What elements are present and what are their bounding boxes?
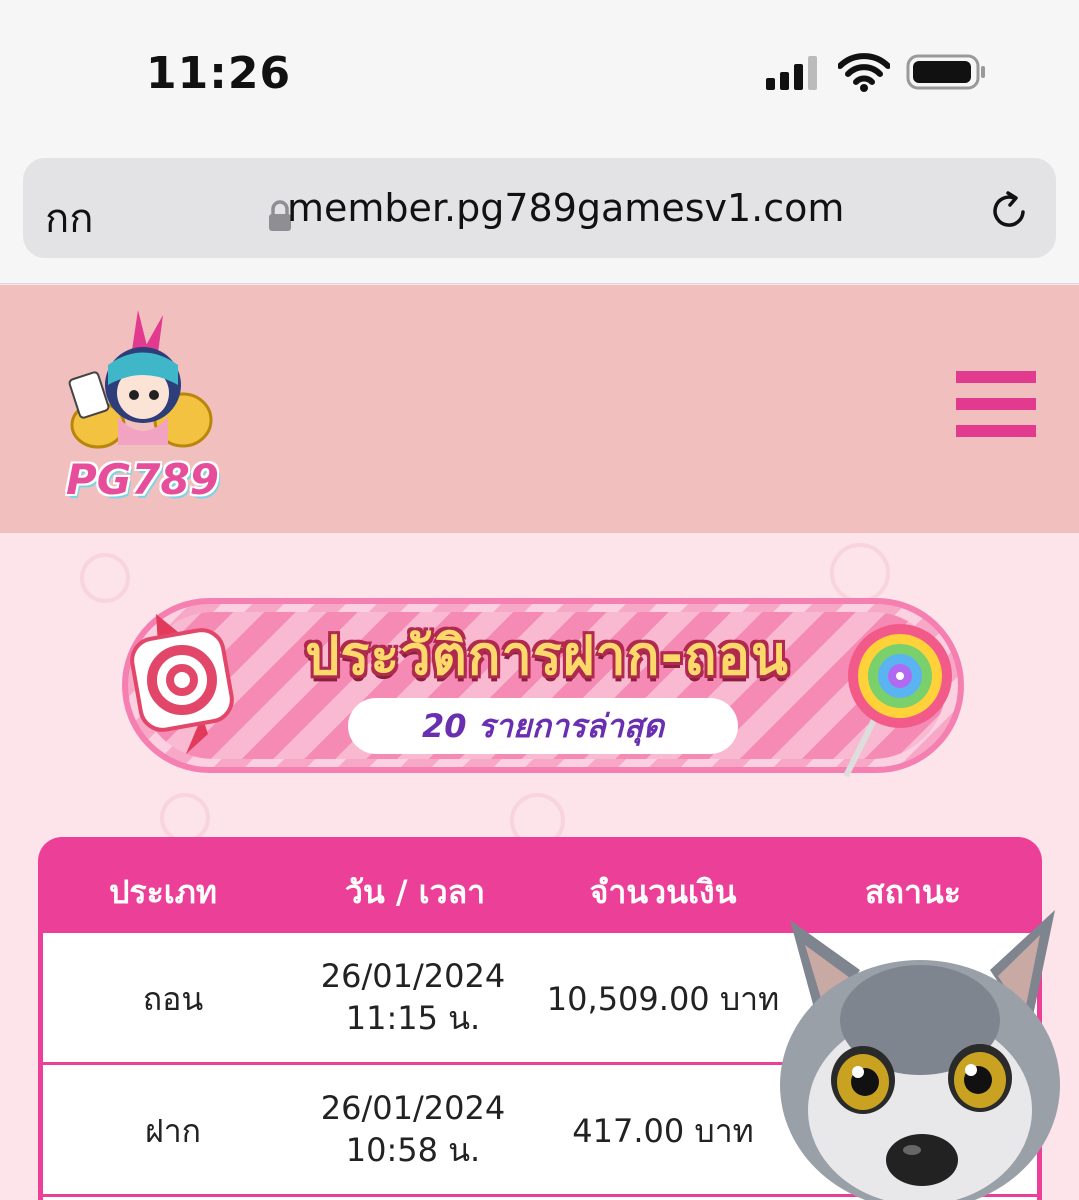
cell-type: ฝาก xyxy=(144,1112,202,1150)
site-header: PG789 xyxy=(0,285,1079,533)
banner-subtitle: 20 รายการล่าสุด xyxy=(348,698,738,754)
background-cherry-decoration xyxy=(80,553,130,603)
cell-date: 26/01/2024 xyxy=(320,957,506,995)
column-header-type: ประเภท xyxy=(109,873,217,911)
cell-time: 11:15 น. xyxy=(345,999,481,1037)
cell-amount: 10,509.00 บาท xyxy=(546,980,780,1018)
cell-time: 10:58 น. xyxy=(345,1131,481,1169)
wifi-icon xyxy=(838,53,890,92)
candy-icon xyxy=(130,614,234,754)
site-logo[interactable]: PG789 xyxy=(58,305,219,504)
cell-date: 26/01/2024 xyxy=(320,1089,506,1127)
column-header-amount: จำนวนเงิน xyxy=(589,873,737,911)
background-circle-decoration xyxy=(830,543,890,603)
logo-text: PG789 xyxy=(66,455,219,504)
background-ball-decoration xyxy=(160,793,210,843)
clock-time: 11:26 xyxy=(146,48,292,99)
address-bar[interactable]: กก member.pg789gamesv1.com xyxy=(23,158,1056,258)
lollipop-icon xyxy=(843,624,952,778)
url-text[interactable]: member.pg789gamesv1.com xyxy=(287,186,844,230)
status-bar: 11:26 xyxy=(0,0,1079,150)
cellular-signal-icon xyxy=(766,56,822,90)
history-banner: ประวัติการฝาก-ถอน 20 รายการล่าสุด xyxy=(122,598,964,778)
cell-amount: 417.00 บาท xyxy=(572,1112,754,1150)
banner-title: ประวัติการฝาก-ถอน xyxy=(305,624,789,687)
text-size-button[interactable]: กก xyxy=(45,186,93,250)
column-header-datetime: วัน / เวลา xyxy=(344,873,486,911)
browser-toolbar: กก member.pg789gamesv1.com xyxy=(0,150,1079,284)
mascot-logo-icon xyxy=(68,310,213,449)
cell-type: ถอน xyxy=(142,980,204,1018)
wolf-avatar-icon xyxy=(780,910,1060,1200)
hamburger-menu-icon[interactable] xyxy=(956,371,1036,437)
battery-icon xyxy=(906,54,985,90)
reload-icon[interactable] xyxy=(989,190,1031,232)
